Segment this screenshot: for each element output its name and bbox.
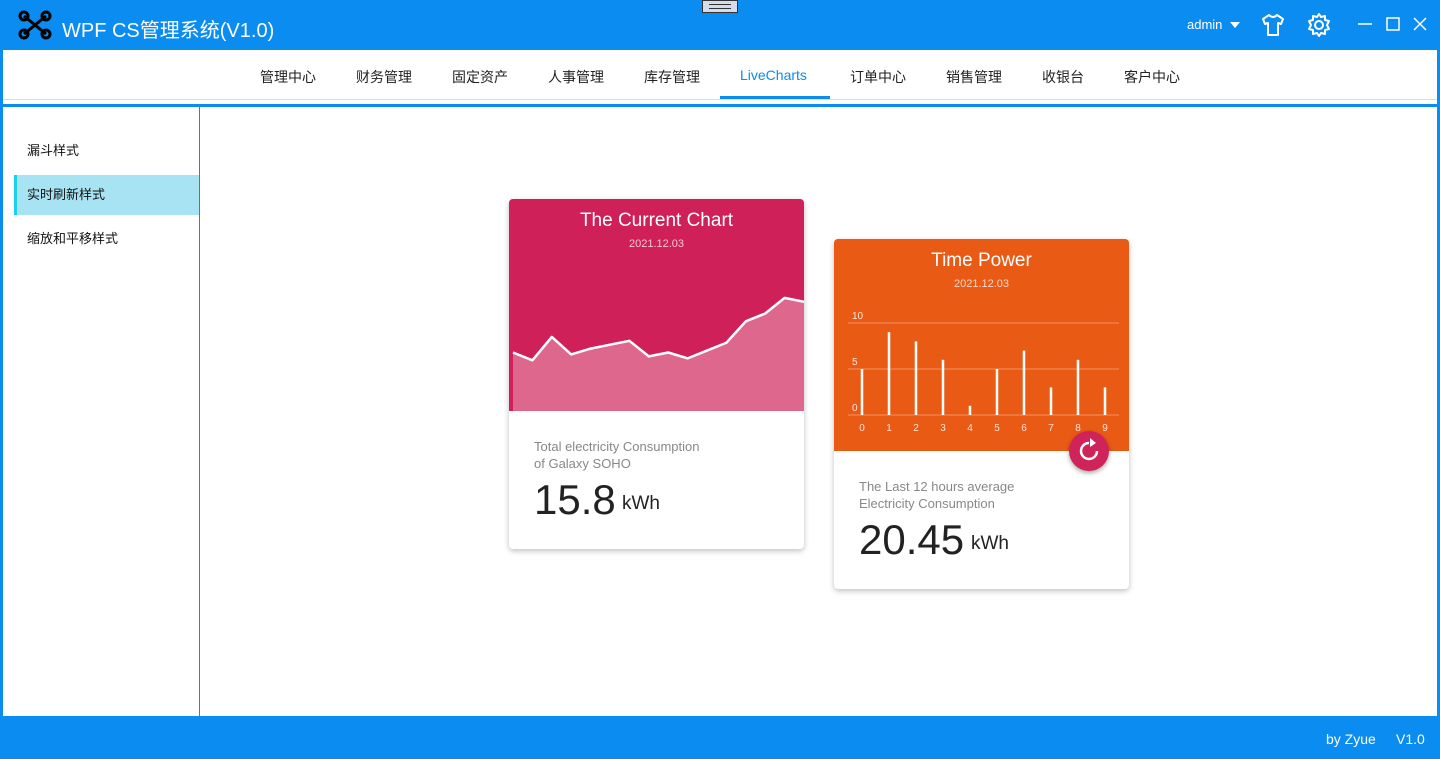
card-header: Time Power 2021.12.03 10 5 0 0 1 2 3 4 5 6 7 8 9 <box>834 239 1129 451</box>
bar-chart: 10500 1 2 3 4 5 6 7 8 9 <box>848 311 1119 434</box>
user-name[interactable]: admin <box>1187 17 1222 32</box>
nav-item-customers[interactable]: 客户中心 <box>1124 67 1180 87</box>
app-title: WPF CS管理系统(V1.0) <box>62 20 275 42</box>
x-tick-label: 3 <box>940 423 946 434</box>
nav-item-finance[interactable]: 财务管理 <box>356 67 412 87</box>
consumption-unit: kWh <box>622 493 660 514</box>
nav-item-admin-center[interactable]: 管理中心 <box>260 67 316 87</box>
current-chart-card: The Current Chart 2021.12.03 Total elect… <box>509 199 804 549</box>
x-tick-label: 2 <box>913 423 919 434</box>
skin-shirt-icon[interactable] <box>1260 12 1286 38</box>
nav-item-orders[interactable]: 订单中心 <box>850 67 906 87</box>
bar <box>1049 387 1053 415</box>
consumption-unit: kWh <box>971 533 1009 554</box>
main-frame: 管理中心 财务管理 固定资产 人事管理 库存管理 LiveCharts 订单中心… <box>3 50 1437 716</box>
active-tab-indicator <box>720 96 830 99</box>
settings-gear-icon[interactable] <box>1306 12 1332 38</box>
card-description: Total electricity Consumption of Galaxy … <box>534 438 774 472</box>
bar <box>968 405 972 415</box>
minimize-icon[interactable] <box>1356 15 1374 33</box>
bar <box>1076 359 1080 415</box>
sidebar: 漏斗样式 实时刷新样式 缩放和平移样式 <box>3 107 200 716</box>
drag-handle[interactable] <box>702 0 738 13</box>
card-description: The Last 12 hours average Electricity Co… <box>859 478 1099 512</box>
x-tick-label: 0 <box>859 423 865 434</box>
bar <box>941 359 945 415</box>
chevron-down-icon[interactable] <box>1230 22 1240 28</box>
desc-line-1: Total electricity Consumption <box>534 439 700 454</box>
area-chart <box>512 296 804 411</box>
nav-item-hr[interactable]: 人事管理 <box>548 67 604 87</box>
desc-line-1: The Last 12 hours average <box>859 479 1015 494</box>
bar <box>860 369 864 415</box>
sidebar-item-funnel[interactable]: 漏斗样式 <box>14 131 199 171</box>
bar <box>1103 387 1107 415</box>
x-tick-label: 1 <box>886 423 892 434</box>
nav-item-fixed-assets[interactable]: 固定资产 <box>452 67 508 87</box>
y-tick-label: 10 <box>852 311 864 322</box>
author-credit: by Zyue <box>1326 731 1376 747</box>
bar <box>887 332 891 415</box>
x-tick-label: 4 <box>967 423 973 434</box>
nav-item-cashier[interactable]: 收银台 <box>1042 67 1084 87</box>
version-label: V1.0 <box>1396 731 1425 747</box>
nav-item-inventory[interactable]: 库存管理 <box>644 67 700 87</box>
sidebar-item-realtime[interactable]: 实时刷新样式 <box>14 175 199 215</box>
maximize-icon[interactable] <box>1384 15 1402 33</box>
top-nav: 管理中心 财务管理 固定资产 人事管理 库存管理 LiveCharts 订单中心… <box>3 50 1437 100</box>
nav-item-sales[interactable]: 销售管理 <box>946 67 1002 87</box>
consumption-value: 20.45 <box>859 516 965 563</box>
content-area: The Current Chart 2021.12.03 Total elect… <box>201 107 1437 716</box>
card-header: The Current Chart 2021.12.03 <box>509 199 804 411</box>
bar <box>995 369 999 415</box>
bar <box>1022 350 1026 415</box>
x-tick-label: 7 <box>1048 423 1054 434</box>
status-bar <box>0 716 1440 759</box>
nav-item-livecharts[interactable]: LiveCharts <box>740 67 807 83</box>
x-tick-label: 5 <box>994 423 1000 434</box>
sidebar-item-zoom-pan[interactable]: 缩放和平移样式 <box>14 219 199 259</box>
y-tick-label: 0 <box>852 403 858 414</box>
app-logo-icon <box>18 10 52 40</box>
x-tick-label: 6 <box>1021 423 1027 434</box>
close-icon[interactable] <box>1411 15 1429 33</box>
desc-line-2: of Galaxy SOHO <box>534 456 631 471</box>
bar <box>914 341 918 415</box>
time-power-card: Time Power 2021.12.03 10 5 0 0 1 2 3 4 5 6 7 8 9 The… <box>834 239 1129 589</box>
consumption-value: 15.8 <box>534 476 616 523</box>
title-bar: WPF CS管理系统(V1.0) admin <box>0 0 1440 50</box>
desc-line-2: Electricity Consumption <box>859 496 995 511</box>
refresh-icon <box>1079 438 1099 461</box>
refresh-button[interactable] <box>1069 431 1109 471</box>
y-tick-label: 5 <box>852 357 858 368</box>
